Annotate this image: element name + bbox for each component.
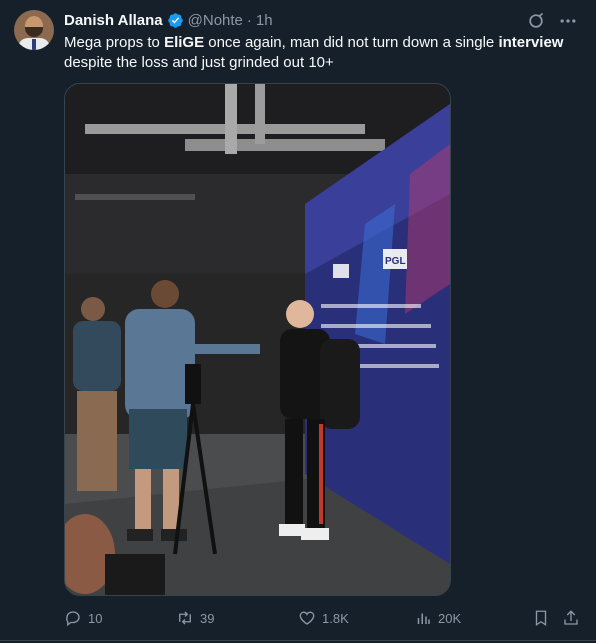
backdrop-logo: PGL	[385, 256, 406, 267]
heart-icon	[299, 611, 315, 625]
retweet-count: 39	[200, 610, 215, 626]
more-icon[interactable]	[558, 11, 578, 31]
tweet-actions: 10 39 1.8K 20K	[64, 608, 584, 628]
tweet[interactable]: Danish Allana @Nohte · 1h Mega props to …	[0, 0, 596, 643]
text-part-2: once again, man did not turn down a sing…	[204, 34, 499, 51]
views-button[interactable]: 20K	[414, 609, 461, 627]
retweet-button[interactable]: 39	[176, 609, 214, 627]
share-icon	[564, 610, 578, 625]
avatar-beard	[25, 27, 43, 37]
bookmark-icon	[535, 610, 547, 627]
tweet-text: Mega props to EliGE once again, man did …	[64, 33, 584, 73]
photo-scene: PGL	[65, 84, 450, 595]
retweet-icon	[179, 611, 191, 625]
reply-count: 10	[88, 610, 103, 626]
views-count: 20K	[438, 610, 462, 626]
text-part-1-mention: EliGE	[164, 34, 205, 51]
like-count: 1.8K	[322, 610, 349, 626]
separator-dot: ·	[246, 11, 252, 29]
timestamp[interactable]: 1h	[256, 12, 273, 29]
author-name[interactable]: Danish Allana	[64, 12, 163, 29]
text-part-4: despite the loss and just grinded out 10…	[64, 54, 334, 71]
top-actions	[526, 11, 578, 31]
avatar[interactable]	[14, 10, 54, 50]
avatar-tie	[32, 39, 36, 50]
text-part-3-bold: interview	[498, 34, 564, 51]
views-icon	[417, 613, 430, 624]
tweet-header: Danish Allana @Nohte · 1h	[64, 11, 273, 29]
author-handle[interactable]: @Nohte	[188, 12, 243, 29]
tweet-photo[interactable]: PGL	[64, 83, 451, 596]
grok-icon[interactable]	[526, 11, 546, 31]
tweet-divider	[0, 640, 596, 641]
verified-badge-icon	[167, 12, 183, 28]
reply-icon	[66, 611, 80, 627]
bookmark-button[interactable]	[532, 609, 550, 627]
like-button[interactable]: 1.8K	[298, 609, 349, 627]
reply-button[interactable]: 10	[64, 609, 102, 627]
share-button[interactable]	[562, 609, 580, 627]
text-part-0: Mega props to	[64, 34, 165, 51]
